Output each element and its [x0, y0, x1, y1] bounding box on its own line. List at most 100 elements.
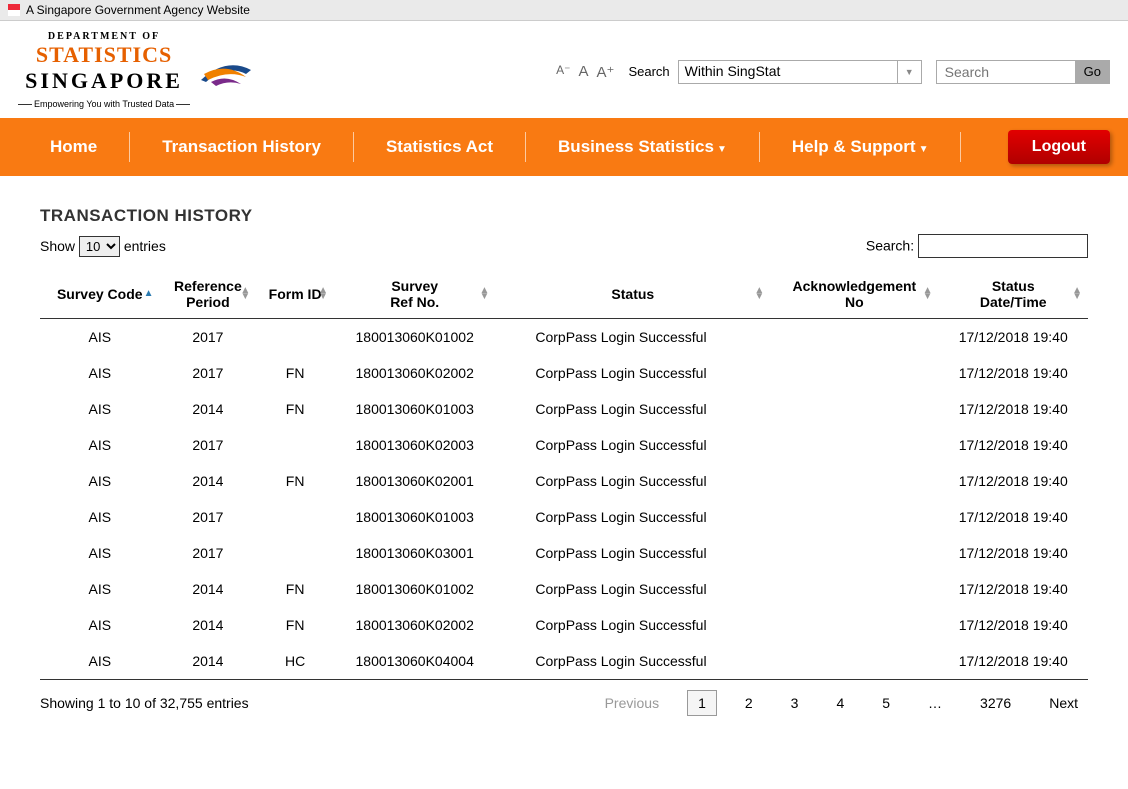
history-table: Survey Code▲ReferencePeriod▲▼Form ID▲▼Su…	[40, 270, 1088, 680]
cell-ack	[770, 571, 938, 607]
cell-status: CorpPass Login Successful	[495, 391, 770, 427]
cell-status: CorpPass Login Successful	[495, 535, 770, 571]
column-header[interactable]: Status▲▼	[495, 270, 770, 319]
sort-icon: ▲▼	[479, 288, 489, 300]
pagination-page[interactable]: 2	[735, 691, 763, 715]
pagination-next[interactable]: Next	[1039, 691, 1088, 715]
pagination-page[interactable]: 1	[687, 690, 717, 716]
pagination-page[interactable]: 3	[781, 691, 809, 715]
cell-form	[256, 319, 334, 356]
cell-ref: 180013060K01003	[334, 499, 495, 535]
cell-period: 2017	[160, 535, 257, 571]
table-row: AIS2017180013060K02003CorpPass Login Suc…	[40, 427, 1088, 463]
cell-period: 2017	[160, 499, 257, 535]
entries-select[interactable]: 10	[79, 236, 120, 257]
pagination-page[interactable]: 4	[826, 691, 854, 715]
cell-form: HC	[256, 643, 334, 680]
cell-ack	[770, 355, 938, 391]
table-row: AIS2017180013060K01002CorpPass Login Suc…	[40, 319, 1088, 356]
table-row: AIS2014FN180013060K02002CorpPass Login S…	[40, 607, 1088, 643]
chevron-down-icon: ▼	[717, 144, 727, 155]
gov-banner: A Singapore Government Agency Website	[0, 0, 1128, 21]
cell-period: 2014	[160, 607, 257, 643]
nav-separator	[960, 132, 961, 162]
column-header[interactable]: SurveyRef No.▲▼	[334, 270, 495, 319]
cell-dt: 17/12/2018 19:40	[938, 391, 1088, 427]
table-row: AIS2014FN180013060K02001CorpPass Login S…	[40, 463, 1088, 499]
column-header[interactable]: ReferencePeriod▲▼	[160, 270, 257, 319]
cell-ack	[770, 463, 938, 499]
sort-icon: ▲▼	[318, 288, 328, 300]
font-size-controls: A⁻ A A⁺	[556, 63, 614, 81]
chevron-down-icon: ▼	[919, 144, 929, 155]
cell-dt: 17/12/2018 19:40	[938, 571, 1088, 607]
cell-dt: 17/12/2018 19:40	[938, 427, 1088, 463]
cell-form	[256, 535, 334, 571]
main-nav: Home Transaction History Statistics Act …	[0, 118, 1128, 176]
font-increase[interactable]: A⁺	[597, 63, 615, 81]
logo-sg: SINGAPORE	[18, 68, 190, 94]
sort-icon: ▲▼	[923, 288, 933, 300]
cell-ack	[770, 391, 938, 427]
logout-button[interactable]: Logout	[1008, 130, 1110, 164]
nav-business-statistics[interactable]: Business Statistics▼	[526, 137, 759, 157]
nav-history[interactable]: Transaction History	[130, 137, 353, 157]
table-row: AIS2017FN180013060K02002CorpPass Login S…	[40, 355, 1088, 391]
cell-ref: 180013060K03001	[334, 535, 495, 571]
logo-tagline: Empowering You with Trusted Data	[18, 99, 190, 109]
pagination-prev[interactable]: Previous	[595, 691, 669, 715]
cell-ref: 180013060K01002	[334, 571, 495, 607]
cell-period: 2014	[160, 571, 257, 607]
table-row: AIS2014HC180013060K04004CorpPass Login S…	[40, 643, 1088, 680]
logo-dept: DEPARTMENT OF	[18, 31, 190, 42]
cell-ack	[770, 427, 938, 463]
search-go-button[interactable]: Go	[1076, 60, 1110, 84]
nav-home[interactable]: Home	[18, 137, 129, 157]
cell-status: CorpPass Login Successful	[495, 499, 770, 535]
chevron-down-icon[interactable]: ▼	[898, 60, 922, 84]
table-search-label: Search:	[866, 238, 914, 254]
sort-icon: ▲▼	[240, 288, 250, 300]
scope-select[interactable]: Within SingStat	[678, 60, 898, 84]
logo[interactable]: DEPARTMENT OF STATISTICS SINGAPORE Empow…	[18, 31, 256, 112]
cell-dt: 17/12/2018 19:40	[938, 355, 1088, 391]
cell-ack	[770, 499, 938, 535]
pagination-page[interactable]: 3276	[970, 691, 1021, 715]
sort-icon: ▲▼	[1072, 288, 1082, 300]
sort-icon: ▲▼	[754, 288, 764, 300]
entries-control: Show 10 entries	[40, 236, 166, 257]
cell-period: 2017	[160, 427, 257, 463]
table-info: Showing 1 to 10 of 32,755 entries	[40, 695, 249, 711]
font-normal[interactable]: A	[579, 63, 589, 81]
cell-ref: 180013060K01003	[334, 391, 495, 427]
cell-code: AIS	[40, 607, 160, 643]
cell-dt: 17/12/2018 19:40	[938, 607, 1088, 643]
cell-form: FN	[256, 571, 334, 607]
column-header[interactable]: AcknowledgementNo▲▼	[770, 270, 938, 319]
table-search-input[interactable]	[918, 234, 1088, 258]
cell-form: FN	[256, 463, 334, 499]
cell-code: AIS	[40, 571, 160, 607]
font-decrease[interactable]: A⁻	[556, 63, 570, 81]
cell-code: AIS	[40, 427, 160, 463]
cell-status: CorpPass Login Successful	[495, 319, 770, 356]
cell-period: 2014	[160, 643, 257, 680]
cell-dt: 17/12/2018 19:40	[938, 535, 1088, 571]
search-input[interactable]	[936, 60, 1076, 84]
cell-ref: 180013060K02002	[334, 607, 495, 643]
cell-code: AIS	[40, 319, 160, 356]
nav-statistics-act[interactable]: Statistics Act	[354, 137, 525, 157]
column-header[interactable]: StatusDate/Time▲▼	[938, 270, 1088, 319]
nav-help-support[interactable]: Help & Support▼	[760, 137, 961, 157]
cell-ref: 180013060K04004	[334, 643, 495, 680]
cell-ack	[770, 319, 938, 356]
cell-ack	[770, 535, 938, 571]
column-header[interactable]: Survey Code▲	[40, 270, 160, 319]
column-header[interactable]: Form ID▲▼	[256, 270, 334, 319]
cell-status: CorpPass Login Successful	[495, 463, 770, 499]
cell-form	[256, 499, 334, 535]
pagination-page[interactable]: 5	[872, 691, 900, 715]
page-title: TRANSACTION HISTORY	[40, 206, 1088, 226]
table-row: AIS2014FN180013060K01003CorpPass Login S…	[40, 391, 1088, 427]
cell-ack	[770, 607, 938, 643]
